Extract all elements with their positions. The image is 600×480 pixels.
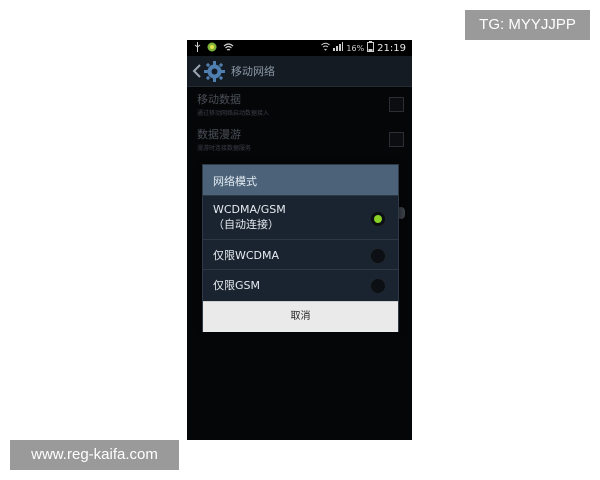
- battery-percent: 16%: [346, 43, 365, 53]
- setting-subtitle: 漫游时连接数据服务: [197, 145, 252, 152]
- settings-gear-icon[interactable]: [204, 61, 225, 82]
- option-label: 仅限WCDMA: [213, 249, 280, 262]
- clock: 21:19: [377, 42, 406, 54]
- option-label-line2: （自动连接）: [213, 218, 279, 231]
- data-roaming-checkbox[interactable]: [389, 132, 404, 147]
- app-notification-icon: [207, 42, 217, 55]
- dialog-header: 网络模式: [203, 165, 398, 195]
- usb-icon: [194, 42, 201, 55]
- page-title: 移动网络: [231, 65, 275, 78]
- battery-icon: [367, 41, 375, 55]
- dialog-title: 网络模式: [213, 175, 257, 188]
- radio-unselected-icon[interactable]: [370, 278, 386, 294]
- radio-unselected-icon[interactable]: [370, 248, 386, 264]
- option-label: WCDMA/GSM （自动连接）: [213, 202, 286, 232]
- action-bar: 移动网络: [187, 56, 412, 87]
- radio-selected-icon[interactable]: [370, 211, 386, 227]
- cell-signal-icon: [333, 42, 344, 54]
- option-label-line1: WCDMA/GSM: [213, 203, 286, 216]
- option-wcdma-only[interactable]: 仅限WCDMA: [203, 239, 398, 270]
- setting-data-roaming[interactable]: 数据漫游 漫游时连接数据服务: [187, 124, 412, 160]
- setting-mobile-data[interactable]: 移动数据 通过移动网络启动数据接入: [187, 87, 412, 123]
- wifi-icon: [223, 42, 234, 55]
- back-chevron-icon[interactable]: [192, 63, 202, 79]
- network-mode-dialog: 网络模式 WCDMA/GSM （自动连接） 仅限WCDMA 仅限GSM 取消: [202, 164, 399, 332]
- setting-subtitle: 通过移动网络启动数据接入: [197, 110, 270, 117]
- option-label: 仅限GSM: [213, 279, 260, 292]
- option-gsm-only[interactable]: 仅限GSM: [203, 269, 398, 302]
- setting-title: 移动数据: [197, 93, 241, 106]
- phone-screen: 16% 21:19 移动网络 移动数据 通过移动网络启动数据接入 数据漫游 漫游…: [187, 40, 412, 440]
- option-wcdma-gsm[interactable]: WCDMA/GSM （自动连接）: [203, 195, 398, 240]
- status-bar: 16% 21:19: [187, 40, 412, 56]
- site-watermark: www.reg-kaifa.com: [10, 440, 179, 470]
- cancel-button[interactable]: 取消: [203, 301, 398, 332]
- tg-watermark: TG: MYYJJPP: [465, 10, 590, 40]
- wifi-signal-icon: [321, 42, 331, 54]
- setting-title: 数据漫游: [197, 128, 241, 141]
- mobile-data-checkbox[interactable]: [389, 97, 404, 112]
